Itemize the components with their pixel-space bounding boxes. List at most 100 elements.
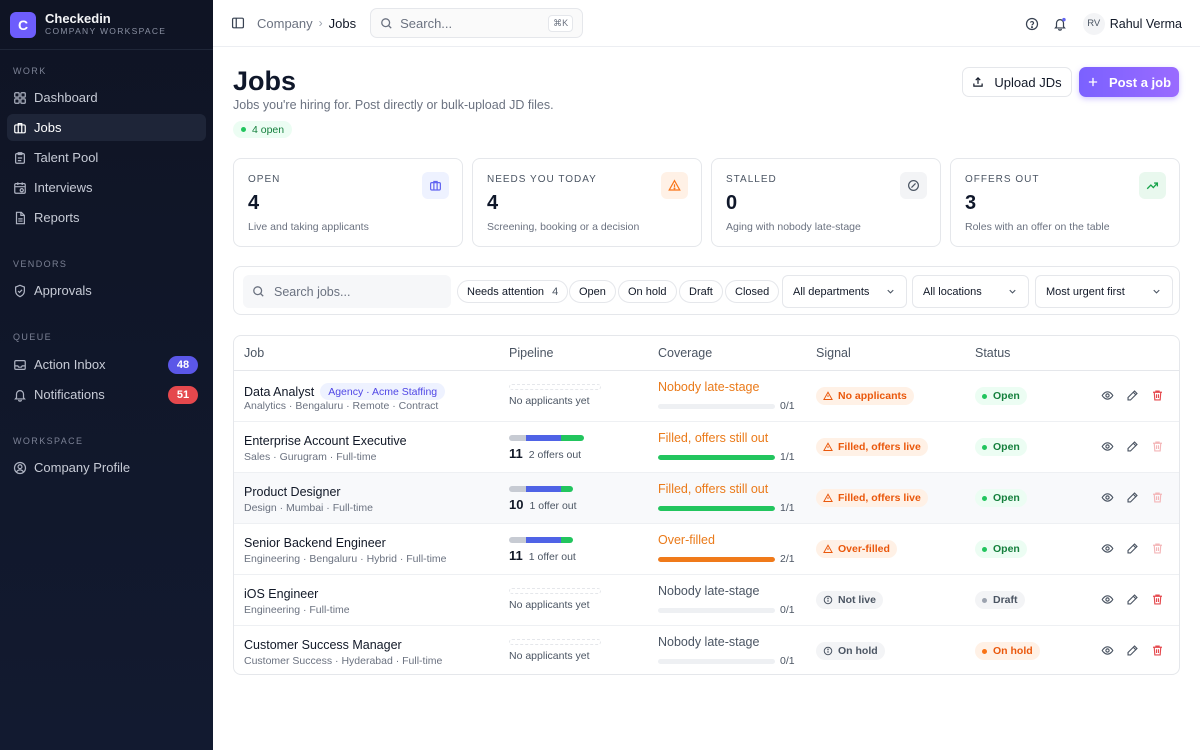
coverage-bar <box>658 608 775 613</box>
breadcrumb-separator: › <box>318 16 323 30</box>
job-title-text[interactable]: Customer Success Manager <box>244 638 402 652</box>
status-dot <box>982 393 987 399</box>
warning-icon <box>823 544 838 554</box>
job-title[interactable]: iOS Engineer <box>244 587 318 601</box>
view-icon[interactable] <box>1101 644 1114 657</box>
signal-badge: No applicants <box>816 387 914 405</box>
delete-icon[interactable] <box>1151 593 1164 606</box>
status-badge: On hold <box>975 642 1040 660</box>
sidebar-item-company-profile[interactable]: Company Profile <box>7 454 206 481</box>
brand-subtitle: COMPANY WORKSPACE <box>45 26 167 36</box>
delete-icon[interactable] <box>1151 440 1164 453</box>
avatar[interactable]: RV <box>1082 12 1105 35</box>
delete-icon[interactable] <box>1151 644 1164 657</box>
job-title[interactable]: Product Designer <box>244 485 341 499</box>
edit-icon[interactable] <box>1126 389 1139 402</box>
stat-card-open[interactable]: OPEN 4 Live and taking applicants <box>233 158 463 247</box>
filter-chip-draft[interactable]: Draft <box>679 280 723 303</box>
job-title-text[interactable]: iOS Engineer <box>244 587 318 601</box>
status-label: Open <box>993 390 1020 402</box>
stat-card-stalled[interactable]: STALLED 0 Aging with nobody late-stage <box>711 158 941 247</box>
stat-card-offers-out[interactable]: OFFERS OUT 3 Roles with an offer on the … <box>950 158 1180 247</box>
job-title-text[interactable]: Enterprise Account Executive <box>244 434 407 448</box>
sidebar-item-action-inbox[interactable]: Action Inbox 48 <box>7 351 206 378</box>
coverage-ratio: 1/1 <box>780 502 795 514</box>
edit-icon[interactable] <box>1126 491 1139 504</box>
job-title[interactable]: Data Analyst Agency · Acme Staffing <box>244 383 446 400</box>
brand[interactable]: C Checkedin COMPANY WORKSPACE <box>0 0 213 50</box>
chip-label: Draft <box>689 285 713 298</box>
coverage-label: Nobody late-stage <box>658 584 760 598</box>
view-icon[interactable] <box>1101 593 1114 606</box>
filter-chip-needs-attention[interactable]: Needs attention 4 <box>457 280 569 303</box>
pipeline-count: 10 <box>509 497 524 512</box>
edit-icon[interactable] <box>1126 542 1139 555</box>
user-name[interactable]: Rahul Verma <box>1110 17 1182 31</box>
table-row[interactable]: Data Analyst Agency · Acme Staffing Analyt… <box>234 371 1179 422</box>
delete-icon[interactable] <box>1151 542 1164 555</box>
job-title[interactable]: Customer Success Manager <box>244 638 402 652</box>
edit-icon[interactable] <box>1126 644 1139 657</box>
filter-chip-open[interactable]: Open <box>569 280 616 303</box>
table-row[interactable]: Senior Backend Engineer Engineering · Ben… <box>234 524 1179 575</box>
sidebar-item-approvals[interactable]: Approvals <box>7 277 206 304</box>
job-title[interactable]: Enterprise Account Executive <box>244 434 407 448</box>
sort-select[interactable]: Most urgent first <box>1035 275 1173 308</box>
filter-chip-closed[interactable]: Closed <box>725 280 780 303</box>
pipeline-text: 1 offer out <box>529 500 577 512</box>
job-title-text[interactable]: Data Analyst <box>244 385 314 399</box>
job-title-text[interactable]: Senior Backend Engineer <box>244 536 386 550</box>
view-icon[interactable] <box>1101 389 1114 402</box>
pipeline-text: No applicants yet <box>509 395 590 407</box>
table-row[interactable]: iOS Engineer Engineering · Full-time No ap… <box>234 575 1179 626</box>
pipeline-text: No applicants yet <box>509 599 590 611</box>
job-meta: Engineering · Full-time <box>244 604 350 616</box>
sidebar-item-reports[interactable]: Reports <box>7 204 206 231</box>
job-title-text[interactable]: Product Designer <box>244 485 341 499</box>
help-icon[interactable] <box>1025 17 1039 31</box>
view-icon[interactable] <box>1101 491 1114 504</box>
pipeline-bar-empty <box>509 639 601 645</box>
view-icon[interactable] <box>1101 542 1114 555</box>
coverage-label: Nobody late-stage <box>658 635 760 649</box>
edit-icon[interactable] <box>1126 440 1139 453</box>
stat-value: 4 <box>487 192 499 214</box>
sidebar-item-label: Interviews <box>34 180 93 195</box>
table-row[interactable]: Customer Success Manager Customer Success… <box>234 626 1179 674</box>
bell-icon[interactable] <box>1053 17 1067 31</box>
job-title[interactable]: Senior Backend Engineer <box>244 536 386 550</box>
status-label: On hold <box>993 645 1033 657</box>
table-row[interactable]: Product Designer Design · Mumbai · Full-t… <box>234 473 1179 524</box>
filter-chip-on-hold[interactable]: On hold <box>618 280 677 303</box>
coverage-ratio: 2/1 <box>780 553 795 565</box>
edit-icon[interactable] <box>1126 593 1139 606</box>
upload-jds-button[interactable]: Upload JDs <box>962 67 1072 97</box>
sidebar-item-talent-pool[interactable]: Talent Pool <box>7 144 206 171</box>
post-job-button[interactable]: Post a job <box>1079 67 1179 97</box>
sidebar-toggle-icon[interactable] <box>231 16 245 30</box>
department-select[interactable]: All departments <box>782 275 907 308</box>
view-icon[interactable] <box>1101 440 1114 453</box>
location-select[interactable]: All locations <box>912 275 1029 308</box>
brand-logo: C <box>10 11 36 38</box>
status-dot <box>241 127 246 132</box>
job-search-input[interactable]: Search jobs... <box>243 275 451 308</box>
stat-card-needs-you-today[interactable]: NEEDS YOU TODAY 4 Screening, booking or … <box>472 158 702 247</box>
sidebar-item-dashboard[interactable]: Dashboard <box>7 84 206 111</box>
sidebar-item-notifications[interactable]: Notifications 51 <box>7 381 206 408</box>
delete-icon[interactable] <box>1151 491 1164 504</box>
sidebar-item-jobs[interactable]: Jobs <box>7 114 206 141</box>
user-circle-icon <box>13 461 27 474</box>
global-search-input[interactable]: Search... ⌘K <box>370 8 584 38</box>
coverage-ratio: 1/1 <box>780 451 795 463</box>
pipeline-segment <box>526 435 562 441</box>
sidebar-item-interviews[interactable]: Interviews <box>7 174 206 201</box>
pipeline-segment <box>561 435 585 441</box>
pipeline-bar <box>509 435 585 441</box>
pipeline-text: No applicants yet <box>509 650 590 662</box>
table-row[interactable]: Enterprise Account Executive Sales · Guru… <box>234 422 1179 473</box>
delete-icon[interactable] <box>1151 389 1164 402</box>
breadcrumb-company[interactable]: Company <box>257 16 313 31</box>
stat-value: 3 <box>965 192 977 214</box>
shield-check-icon <box>15 284 25 297</box>
